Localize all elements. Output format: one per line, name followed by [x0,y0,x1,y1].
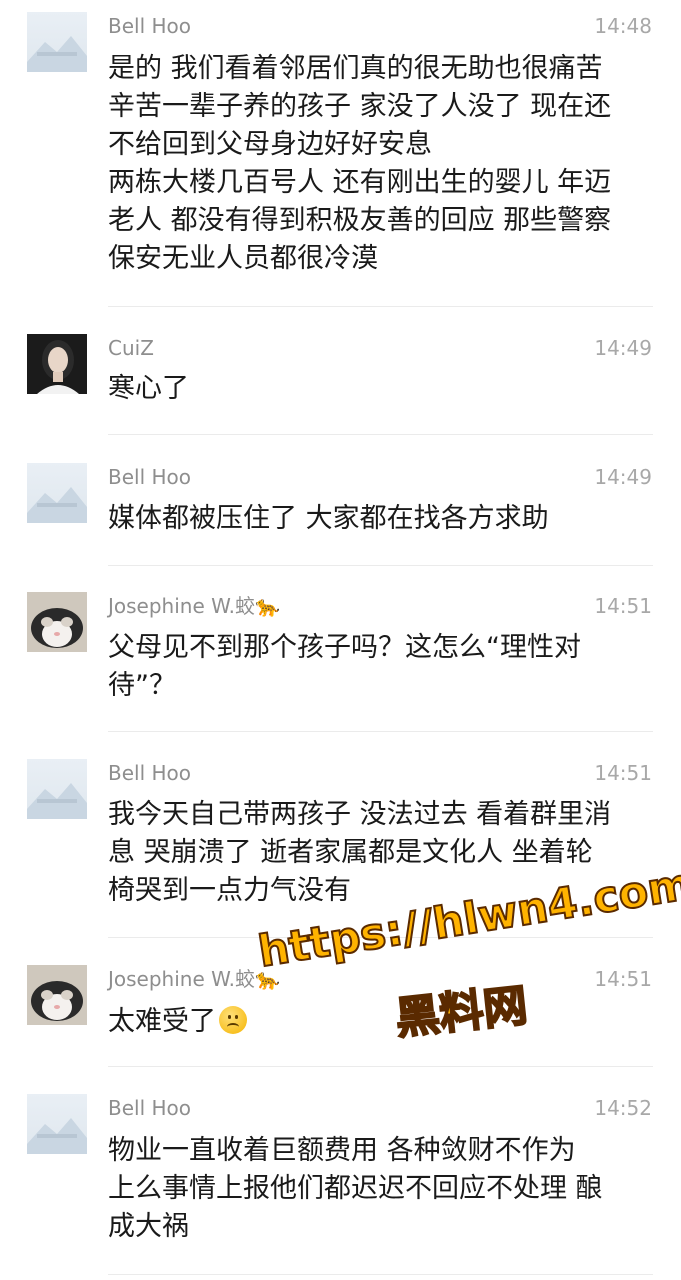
avatar-cat-icon[interactable] [27,592,87,652]
divider [108,434,653,435]
divider [108,1066,653,1067]
commenter-name[interactable]: Josephine W.蛟🐆 [108,965,280,993]
avatar-placeholder-icon[interactable] [27,12,87,72]
comment-text: 太难受了 [108,1003,656,1041]
commenter-name[interactable]: Bell Hoo [108,759,191,787]
comment-time: 14:48 [594,14,652,38]
divider [108,1274,653,1275]
commenter-name[interactable]: CuiZ [108,334,154,362]
avatar-cat-icon[interactable] [27,965,87,1025]
avatar-placeholder-icon[interactable] [27,759,87,819]
comment-time: 14:49 [594,336,652,360]
commenter-name[interactable]: Bell Hoo [108,12,191,40]
comment-text: 是的 我们看着邻居们真的很无助也很痛苦 辛苦一辈子养的孩子 家没了人没了 现在还… [108,53,612,274]
commenter-name[interactable]: Bell Hoo [108,463,191,491]
divider [108,306,653,307]
frowning-face-icon [219,1006,247,1034]
divider [108,937,653,938]
comment-text: 物业一直收着巨额费用 各种敛财不作为 上么事情上报他们都迟迟不回应不处理 酿 成… [108,1135,603,1242]
comment-time: 14:51 [594,967,652,991]
comment-text: 我今天自己带两孩子 没法过去 看着群里消 息 哭崩溃了 逝者家属都是文化人 坐着… [108,799,612,906]
comment-text-content: 太难受了 [108,1006,216,1037]
commenter-name[interactable]: Bell Hoo [108,1094,191,1122]
comment-text: 父母见不到那个孩子吗？这怎么“理性对 待”？ [108,632,581,701]
comment-time: 14:51 [594,594,652,618]
comment-time: 14:51 [594,761,652,785]
divider [108,731,653,732]
comment-text: 寒心了 [108,373,189,404]
avatar-placeholder-icon[interactable] [27,463,87,523]
avatar-placeholder-icon[interactable] [27,1094,87,1154]
commenter-name[interactable]: Josephine W.蛟🐆 [108,592,280,620]
divider [108,565,653,566]
avatar-woman-icon[interactable] [27,334,87,394]
comment-time: 14:49 [594,465,652,489]
comment-text: 媒体都被压住了 大家都在找各方求助 [108,503,549,534]
comment-time: 14:52 [594,1096,652,1120]
